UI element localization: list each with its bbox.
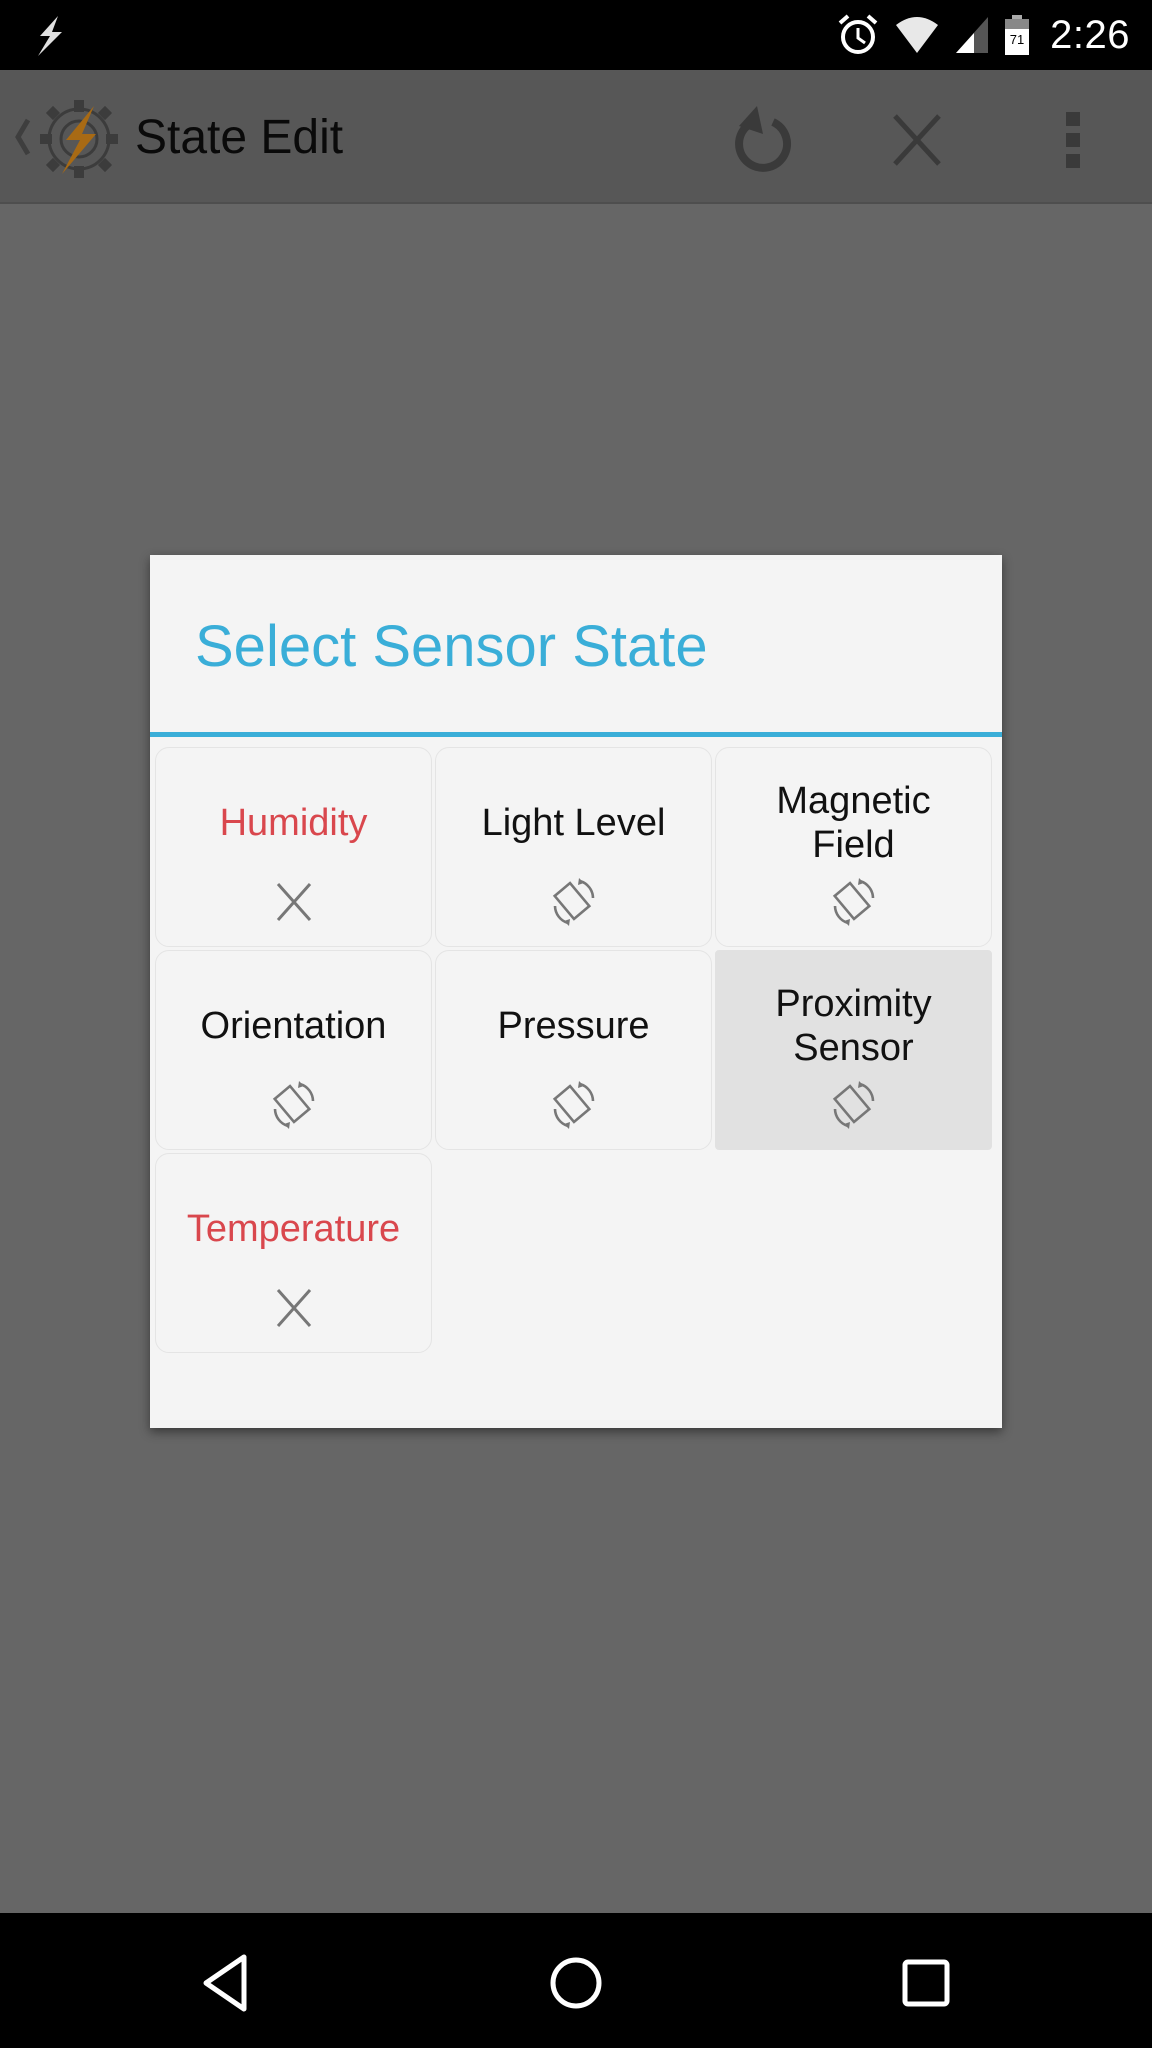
close-icon — [893, 114, 941, 166]
overflow-menu-button[interactable] — [1033, 100, 1113, 180]
sensor-label-wrap: Humidity — [156, 768, 431, 878]
sensor-item-proximity-sensor[interactable]: Proximity Sensor — [715, 950, 992, 1150]
battery-level: 71 — [1010, 32, 1024, 47]
sensor-label-wrap: Orientation — [156, 971, 431, 1081]
sensor-label: Light Level — [481, 802, 666, 844]
sensor-label-wrap: Light Level — [436, 768, 711, 878]
status-icons: 71 2:26 — [836, 0, 1130, 70]
nav-home-button[interactable] — [536, 1943, 616, 2023]
bolt-icon — [38, 16, 62, 56]
undo-icon — [735, 106, 792, 172]
nav-home-icon — [550, 1957, 602, 2009]
dialog-title: Select Sensor State — [195, 614, 708, 679]
status-time: 2:26 — [1050, 12, 1130, 57]
status-bar: 71 2:26 — [0, 0, 1152, 70]
action-bar: State Edit — [0, 70, 1152, 204]
nav-back-button[interactable] — [186, 1943, 266, 2023]
sensor-label-wrap: Pressure — [436, 971, 711, 1081]
sensor-label-wrap: Magnetic Field — [716, 768, 991, 878]
sensor-label: Proximity Sensor — [775, 983, 932, 1069]
nav-back-icon — [203, 1954, 247, 2012]
sensor-item-humidity[interactable]: Humidity — [155, 747, 432, 947]
battery-icon: 71 — [1005, 15, 1030, 55]
up-chevron-icon[interactable] — [10, 112, 34, 162]
sensor-label: Pressure — [497, 1005, 650, 1047]
sensor-item-orientation[interactable]: Orientation — [155, 950, 432, 1150]
screen-rotation-icon — [268, 1079, 320, 1131]
wifi-icon — [896, 17, 939, 53]
alarm-icon — [838, 14, 878, 54]
screen-rotation-icon — [828, 1079, 880, 1131]
sensor-item-pressure[interactable]: Pressure — [435, 950, 712, 1150]
undo-button[interactable] — [720, 100, 800, 180]
cell-signal-icon — [956, 17, 989, 53]
sensor-item-light-level[interactable]: Light Level — [435, 747, 712, 947]
sensor-label: Orientation — [200, 1005, 387, 1047]
sensor-label: Humidity — [219, 802, 368, 844]
tasker-gear-bolt-icon[interactable] — [36, 96, 122, 182]
unavailable-x-icon — [268, 876, 320, 928]
screen-rotation-icon — [828, 876, 880, 928]
screen: 71 2:26 State Edit Select Sensor State H… — [0, 0, 1152, 2048]
nav-recents-button[interactable] — [886, 1943, 966, 2023]
navigation-bar — [0, 1913, 1152, 2048]
screen-rotation-icon — [548, 876, 600, 928]
sensor-label-wrap: Proximity Sensor — [716, 971, 991, 1081]
sensor-item-temperature[interactable]: Temperature — [155, 1153, 432, 1353]
overflow-menu-icon — [1066, 112, 1080, 168]
sensor-label: Magnetic Field — [776, 780, 931, 866]
sensor-item-magnetic-field[interactable]: Magnetic Field — [715, 747, 992, 947]
close-button[interactable] — [877, 100, 957, 180]
screen-rotation-icon — [548, 1079, 600, 1131]
select-sensor-state-dialog: Select Sensor State Humidity Light Level M… — [150, 555, 1002, 1428]
dialog-title-divider — [150, 732, 1002, 737]
sensor-label-wrap: Temperature — [156, 1174, 431, 1284]
sensor-label: Temperature — [186, 1208, 401, 1250]
unavailable-x-icon — [268, 1282, 320, 1334]
action-bar-title: State Edit — [135, 111, 344, 164]
nav-recents-icon — [902, 1959, 950, 2007]
